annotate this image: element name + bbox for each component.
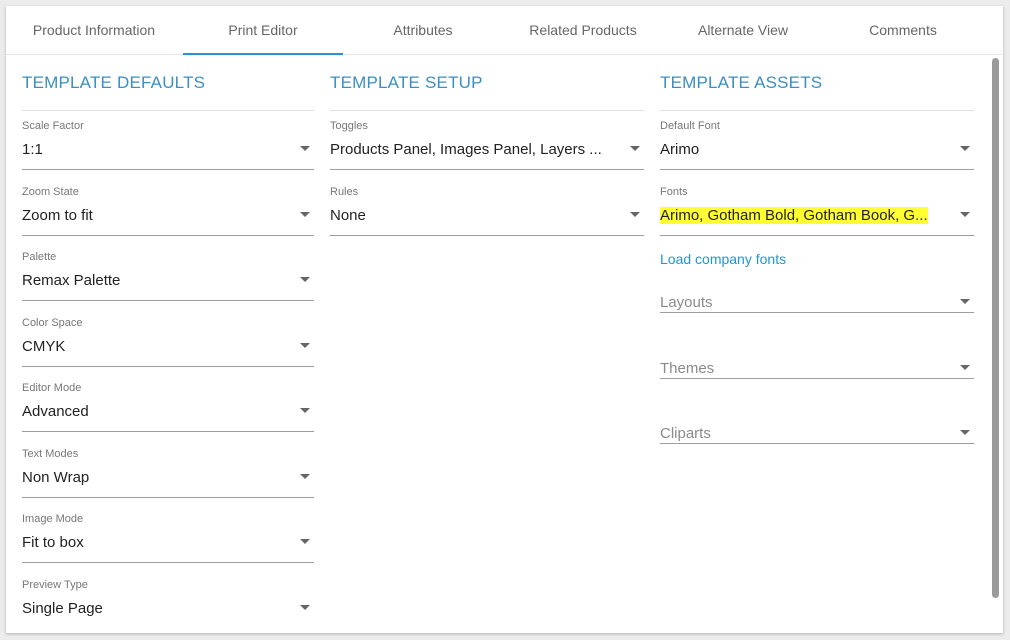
themes-select[interactable]: Themes [660,329,974,379]
tab-related-products[interactable]: Related Products [503,6,663,54]
tab-bar: Product Information Print Editor Attribu… [6,6,1003,55]
toggles-select[interactable]: Toggles Products Panel, Images Panel, La… [330,120,644,170]
template-assets-title: TEMPLATE ASSETS [660,73,823,92]
field-underline [22,366,314,367]
field-underline [660,169,974,170]
text-modes-select[interactable]: Text Modes Non Wrap [22,448,314,498]
chevron-down-icon [300,539,310,544]
scrollbar-thumb[interactable] [992,58,999,598]
field-underline [660,235,974,236]
field-underline [22,562,314,563]
field-underline [660,378,974,379]
palette-label: Palette [22,251,57,263]
themes-placeholder: Themes [660,360,715,377]
editor-mode-value: Advanced [22,403,89,420]
field-underline [22,497,314,498]
template-defaults-title: TEMPLATE DEFAULTS [22,73,206,92]
image-mode-value: Fit to box [22,534,84,551]
template-defaults-divider [22,110,314,111]
field-underline [660,443,974,444]
template-setup-title: TEMPLATE SETUP [330,73,483,92]
zoom-state-select[interactable]: Zoom State Zoom to fit [22,186,314,236]
tab-product-information[interactable]: Product Information [14,6,174,54]
default-font-label: Default Font [660,120,720,132]
rules-select[interactable]: Rules None [330,186,644,236]
fonts-multiselect[interactable]: Fonts Arimo, Gotham Bold, Gotham Book, G… [660,186,974,236]
preview-type-select[interactable]: Preview Type Single Page [22,579,314,623]
field-underline [22,235,314,236]
chevron-down-icon [960,299,970,304]
field-underline [22,169,314,170]
chevron-down-icon [630,212,640,217]
color-space-value: CMYK [22,338,66,355]
tab-alternate-view[interactable]: Alternate View [663,6,823,54]
chevron-down-icon [300,277,310,282]
rules-label: Rules [330,186,359,198]
preview-type-label: Preview Type [22,579,88,591]
chevron-down-icon [630,146,640,151]
field-underline [22,431,314,432]
tab-comments[interactable]: Comments [823,6,983,54]
chevron-down-icon [960,430,970,435]
field-underline [22,300,314,301]
tab-print-editor[interactable]: Print Editor [183,6,343,55]
toggles-value: Products Panel, Images Panel, Layers ... [330,141,602,158]
preview-type-value: Single Page [22,600,103,617]
default-font-select[interactable]: Default Font Arimo [660,120,974,170]
text-modes-value: Non Wrap [22,469,90,486]
image-mode-label: Image Mode [22,513,84,525]
fonts-value: Arimo, Gotham Bold, Gotham Book, G... [660,207,948,224]
field-underline [330,235,644,236]
chevron-down-icon [300,343,310,348]
color-space-select[interactable]: Color Space CMYK [22,317,314,367]
chevron-down-icon [960,146,970,151]
text-modes-label: Text Modes [22,448,79,460]
layouts-placeholder: Layouts [660,294,713,311]
chevron-down-icon [300,474,310,479]
palette-select[interactable]: Palette Remax Palette [22,251,314,301]
tab-attributes[interactable]: Attributes [343,6,503,54]
zoom-state-label: Zoom State [22,186,79,198]
editor-mode-label: Editor Mode [22,382,82,394]
default-font-value: Arimo [660,141,700,158]
template-assets-divider [660,110,974,111]
palette-value: Remax Palette [22,272,121,289]
fonts-value-highlight: Arimo, Gotham Bold, Gotham Book, G... [660,207,928,224]
fonts-label: Fonts [660,186,688,198]
scale-factor-label: Scale Factor [22,120,84,132]
scale-factor-select[interactable]: Scale Factor 1:1 [22,120,314,170]
cliparts-placeholder: Cliparts [660,425,711,442]
vertical-scrollbar[interactable] [991,56,1001,603]
chevron-down-icon [300,146,310,151]
product-editor-card: Product Information Print Editor Attribu… [6,6,1003,633]
chevron-down-icon [300,212,310,217]
chevron-down-icon [960,365,970,370]
editor-mode-select[interactable]: Editor Mode Advanced [22,382,314,432]
template-setup-divider [330,110,644,111]
cliparts-select[interactable]: Cliparts [660,394,974,444]
rules-value: None [330,207,366,224]
chevron-down-icon [300,408,310,413]
chevron-down-icon [300,605,310,610]
scale-factor-value: 1:1 [22,141,43,158]
field-underline [330,169,644,170]
field-underline [660,312,974,313]
zoom-state-value: Zoom to fit [22,207,93,224]
layouts-select[interactable]: Layouts [660,263,974,313]
image-mode-select[interactable]: Image Mode Fit to box [22,513,314,563]
color-space-label: Color Space [22,317,83,329]
chevron-down-icon [960,212,970,217]
toggles-label: Toggles [330,120,368,132]
